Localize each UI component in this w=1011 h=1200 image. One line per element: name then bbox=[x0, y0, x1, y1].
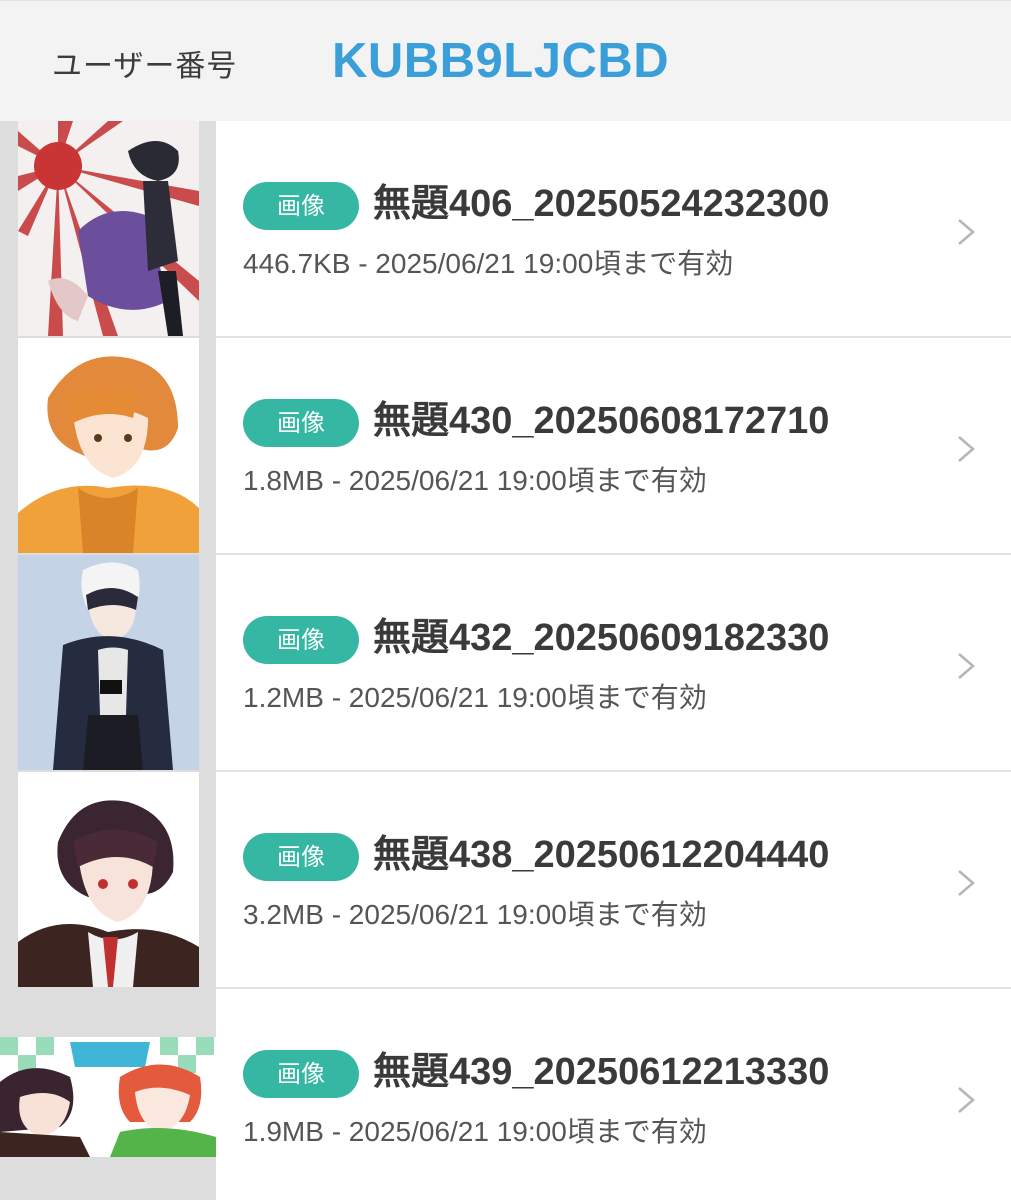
chevron-right-icon bbox=[958, 870, 975, 896]
file-meta: 1.9MB - 2025/06/21 19:00頃まで有効 bbox=[243, 1116, 707, 1147]
user-number-label: ユーザー番号 bbox=[52, 49, 238, 84]
file-list: 画像 無題406_20250524232300 446.7KB - 2025/0… bbox=[0, 121, 1011, 1200]
image-badge: 画像 bbox=[243, 182, 359, 230]
file-thumbnail bbox=[18, 772, 199, 987]
file-title: 無題432_20250609182330 bbox=[373, 617, 830, 659]
chevron-right-icon bbox=[958, 219, 975, 245]
chevron-right-icon bbox=[958, 1087, 975, 1113]
image-badge: 画像 bbox=[243, 616, 359, 664]
file-thumbnail bbox=[18, 555, 199, 770]
file-thumbnail bbox=[0, 1037, 216, 1157]
file-row[interactable]: 画像 無題432_20250609182330 1.2MB - 2025/06/… bbox=[0, 555, 1011, 772]
file-list-screen: ユーザー番号 KUBB9LJCBD 画像 無題406_2025052423230… bbox=[0, 0, 1011, 1200]
image-badge: 画像 bbox=[243, 399, 359, 447]
file-row[interactable]: 画像 無題438_20250612204440 3.2MB - 2025/06/… bbox=[0, 772, 1011, 989]
file-row[interactable]: 画像 無題439_20250612213330 1.9MB - 2025/06/… bbox=[0, 989, 1011, 1200]
file-meta: 3.2MB - 2025/06/21 19:00頃まで有効 bbox=[243, 899, 707, 930]
file-thumbnail bbox=[18, 338, 199, 553]
image-badge: 画像 bbox=[243, 1050, 359, 1098]
user-number-code: KUBB9LJCBD bbox=[332, 34, 670, 88]
file-title: 無題439_20250612213330 bbox=[373, 1051, 830, 1093]
chevron-right-icon bbox=[958, 436, 975, 462]
file-meta: 1.8MB - 2025/06/21 19:00頃まで有効 bbox=[243, 465, 707, 496]
file-row[interactable]: 画像 無題406_20250524232300 446.7KB - 2025/0… bbox=[0, 121, 1011, 338]
chevron-right-icon bbox=[958, 653, 975, 679]
file-title: 無題438_20250612204440 bbox=[373, 834, 830, 876]
file-title: 無題406_20250524232300 bbox=[373, 183, 830, 225]
file-meta: 1.2MB - 2025/06/21 19:00頃まで有効 bbox=[243, 682, 707, 713]
file-row[interactable]: 画像 無題430_20250608172710 1.8MB - 2025/06/… bbox=[0, 338, 1011, 555]
file-thumbnail bbox=[18, 121, 199, 336]
user-number-header: ユーザー番号 KUBB9LJCBD bbox=[0, 0, 1011, 121]
file-title: 無題430_20250608172710 bbox=[373, 400, 830, 442]
image-badge: 画像 bbox=[243, 833, 359, 881]
file-meta: 446.7KB - 2025/06/21 19:00頃まで有効 bbox=[243, 248, 734, 279]
